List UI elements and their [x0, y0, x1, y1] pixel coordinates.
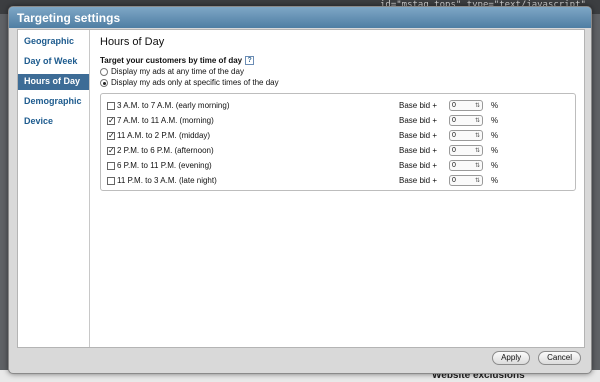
select-arrows-icon: ⇅ — [474, 103, 480, 109]
base-bid-label: Base bid + — [399, 161, 438, 170]
cancel-button[interactable]: Cancel — [538, 351, 581, 365]
time-slot-label: 2 P.M. to 6 P.M. (afternoon) — [117, 146, 214, 155]
bid-select[interactable]: 0 ⇅ — [449, 160, 483, 171]
bid-select[interactable]: 0 ⇅ — [449, 130, 483, 141]
base-bid-label: Base bid + — [399, 146, 438, 155]
sidebar-item-day-of-week[interactable]: Day of Week — [18, 54, 89, 70]
bid-select[interactable]: 0 ⇅ — [449, 115, 483, 126]
bid-select-value: 0 — [452, 147, 456, 154]
sidebar-item-geographic[interactable]: Geographic — [18, 34, 89, 50]
bid-select-value: 0 — [452, 102, 456, 109]
time-slot-row: 11 P.M. to 3 A.M. (late night) Base bid … — [107, 173, 569, 188]
time-slot-row: ✓ 11 A.M. to 2 P.M. (midday) Base bid + … — [107, 128, 569, 143]
select-arrows-icon: ⇅ — [474, 178, 480, 184]
select-arrows-icon: ⇅ — [474, 118, 480, 124]
percent-label: % — [491, 146, 499, 155]
radio-specific-times-label: Display my ads only at specific times of… — [111, 78, 279, 87]
bid-select[interactable]: 0 ⇅ — [449, 145, 483, 156]
time-slot-label: 7 A.M. to 11 A.M. (morning) — [117, 116, 214, 125]
bid-adjustment: Base bid + 0 ⇅ % — [399, 115, 498, 126]
radio-any-time-row[interactable]: Display my ads at any time of the day — [100, 67, 576, 76]
base-bid-label: Base bid + — [399, 131, 438, 140]
radio-specific-times-row[interactable]: Display my ads only at specific times of… — [100, 78, 576, 87]
radio-any-time-label: Display my ads at any time of the day — [111, 67, 244, 76]
targeting-question: Target your customers by time of day ? — [100, 56, 576, 65]
bid-adjustment: Base bid + 0 ⇅ % — [399, 100, 498, 111]
targeting-sidebar: Geographic Day of Week Hours of Day Demo… — [18, 30, 90, 347]
bid-adjustment: Base bid + 0 ⇅ % — [399, 130, 498, 141]
bid-adjustment: Base bid + 0 ⇅ % — [399, 175, 498, 186]
time-slot-row: ✓ 7 A.M. to 11 A.M. (morning) Base bid +… — [107, 113, 569, 128]
sidebar-item-hours-of-day[interactable]: Hours of Day — [18, 74, 89, 90]
sidebar-item-device[interactable]: Device — [18, 114, 89, 130]
bid-select-value: 0 — [452, 117, 456, 124]
select-arrows-icon: ⇅ — [474, 163, 480, 169]
section-title: Hours of Day — [100, 36, 165, 48]
percent-label: % — [491, 131, 499, 140]
time-slot-row: ✓ 2 P.M. to 6 P.M. (afternoon) Base bid … — [107, 143, 569, 158]
dialog-footer: Apply Cancel — [492, 351, 581, 365]
time-slot-checkbox[interactable] — [107, 161, 115, 170]
select-arrows-icon: ⇅ — [474, 148, 480, 154]
percent-label: % — [491, 101, 499, 110]
percent-label: % — [491, 176, 499, 185]
bid-adjustment: Base bid + 0 ⇅ % — [399, 145, 498, 156]
bid-select-value: 0 — [452, 162, 456, 169]
bid-select[interactable]: 0 ⇅ — [449, 175, 483, 186]
time-slot-label: 3 A.M. to 7 A.M. (early morning) — [117, 101, 230, 110]
question-text: Target your customers by time of day — [100, 56, 243, 65]
radio-any-time[interactable] — [100, 67, 108, 76]
bid-adjustment: Base bid + 0 ⇅ % — [399, 160, 498, 171]
dialog-title: Targeting settings — [9, 7, 591, 28]
bid-select-value: 0 — [452, 132, 456, 139]
time-slot-checkbox[interactable]: ✓ — [107, 131, 115, 140]
percent-label: % — [491, 161, 499, 170]
time-slot-checkbox[interactable] — [107, 101, 115, 110]
time-slot-row: 3 A.M. to 7 A.M. (early morning) Base bi… — [107, 98, 569, 113]
base-bid-label: Base bid + — [399, 116, 438, 125]
time-slot-checkbox[interactable] — [107, 176, 115, 185]
dialog-body: Geographic Day of Week Hours of Day Demo… — [17, 29, 585, 348]
help-icon[interactable]: ? — [245, 56, 255, 65]
hours-of-day-panel: Hours of Day Target your customers by ti… — [100, 36, 576, 341]
percent-label: % — [491, 116, 499, 125]
apply-button[interactable]: Apply — [492, 351, 531, 365]
select-arrows-icon: ⇅ — [474, 133, 480, 139]
time-slot-row: 6 P.M. to 11 P.M. (evening) Base bid + 0… — [107, 158, 569, 173]
time-slot-checkbox[interactable]: ✓ — [107, 116, 115, 125]
time-slot-label: 11 P.M. to 3 A.M. (late night) — [117, 176, 217, 185]
time-slot-label: 6 P.M. to 11 P.M. (evening) — [117, 161, 212, 170]
time-slot-label: 11 A.M. to 2 P.M. (midday) — [117, 131, 211, 140]
time-slot-checkbox[interactable]: ✓ — [107, 146, 115, 155]
time-of-day-schedule: 3 A.M. to 7 A.M. (early morning) Base bi… — [100, 93, 576, 191]
radio-specific-times[interactable] — [100, 78, 108, 87]
targeting-settings-dialog: Targeting settings Geographic Day of Wee… — [8, 6, 592, 374]
base-bid-label: Base bid + — [399, 176, 438, 185]
sidebar-item-demographic[interactable]: Demographic — [18, 94, 89, 110]
bid-select-value: 0 — [452, 177, 456, 184]
bid-select[interactable]: 0 ⇅ — [449, 100, 483, 111]
base-bid-label: Base bid + — [399, 101, 438, 110]
